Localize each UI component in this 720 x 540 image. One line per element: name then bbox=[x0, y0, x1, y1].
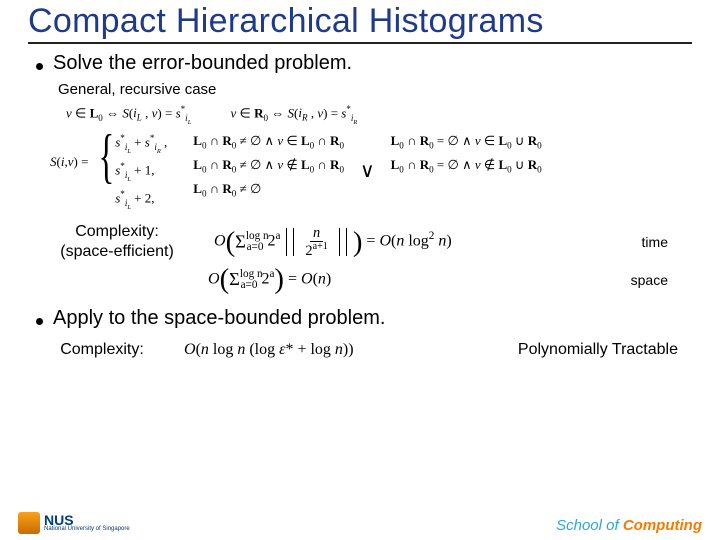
case-1: s*iL + s*iR , bbox=[115, 131, 167, 157]
space-complexity-formula: O(Σlog na=0 2a) = O(n) bbox=[208, 268, 331, 291]
left-brace-icon: { bbox=[99, 131, 115, 182]
cond-3a: L0 ∩ R0 ≠ ∅ bbox=[193, 179, 344, 201]
case-3: s*iL + 2, bbox=[115, 187, 167, 213]
piecewise-cases: s*iL + s*iR , s*iL + 1, s*iL + 2, bbox=[115, 131, 167, 212]
time-sum-lower: a=0 bbox=[247, 241, 264, 253]
piecewise-lhs: S(i, v) = bbox=[50, 131, 88, 193]
slide-title: Compact Hierarchical Histograms bbox=[28, 4, 692, 40]
cond-2a: L0 ∩ R0 ≠ ∅ ∧ v ∉ L0 ∩ R0 bbox=[193, 155, 344, 177]
soc-of-word: of bbox=[602, 517, 623, 534]
soc-logo: School of Computing bbox=[556, 517, 702, 534]
piecewise-definition: S(i, v) = { s*iL + s*iR , s*iL + 1, s*iL… bbox=[50, 131, 692, 212]
nus-crest-icon bbox=[18, 512, 40, 534]
soc-school-word: School bbox=[556, 517, 602, 534]
nus-logo: NUS National University of Singapore bbox=[18, 512, 130, 534]
complexity-label: Complexity: (space-efficient) bbox=[52, 222, 182, 262]
cond-1b: L0 ∩ R0 = ∅ ∧ v ∈ L0 ∪ R0 bbox=[391, 131, 542, 153]
space-bounded-formula: O(n log n (log ε* + log n)) bbox=[184, 341, 354, 359]
bicond-left: v ∈ L0 ⇔ S(iL , v) = s*iL bbox=[66, 104, 191, 126]
complexity-label-2: (space-efficient) bbox=[60, 243, 174, 260]
case-2: s*iL + 1, bbox=[115, 159, 167, 185]
complexity-space-row: O(Σlog na=0 2a) = O(n) space bbox=[208, 268, 692, 291]
cond-1a: L0 ∩ R0 ≠ ∅ ∧ v ∈ L0 ∩ R0 bbox=[193, 131, 344, 153]
complexity2-label: Complexity: bbox=[52, 340, 152, 360]
space-sum-lower: a=0 bbox=[241, 279, 258, 291]
bullet-2: Apply to the space-bounded problem. bbox=[36, 307, 692, 330]
subheading: General, recursive case bbox=[58, 81, 692, 98]
biconditional-row: v ∈ L0 ⇔ S(iL , v) = s*iL v ∈ R0 ⇔ S(iR … bbox=[66, 104, 692, 126]
soc-computing-word: Computing bbox=[623, 517, 702, 534]
complexity-space-bounded-row: Complexity: O(n log n (log ε* + log n)) … bbox=[52, 340, 692, 360]
piecewise-conditions-b: L0 ∩ R0 = ∅ ∧ v ∈ L0 ∪ R0 L0 ∩ R0 = ∅ ∧ … bbox=[391, 131, 542, 199]
bullet-2-text: Apply to the space-bounded problem. bbox=[53, 307, 385, 330]
bicond-right: v ∈ R0 ⇔ S(iR , v) = s*iR bbox=[231, 104, 358, 126]
bullet-dot-icon bbox=[36, 318, 43, 325]
cond-2b: L0 ∩ R0 = ∅ ∧ v ∉ L0 ∪ R0 bbox=[391, 155, 542, 177]
title-divider bbox=[28, 42, 692, 44]
complexity-time-row: Complexity: (space-efficient) O(Σlog na=… bbox=[52, 222, 692, 262]
cond-3b-empty bbox=[391, 179, 542, 199]
bullet-1: Solve the error-bounded problem. bbox=[36, 52, 692, 75]
time-complexity-formula: O(Σlog na=0 2a n2a+1 ) = O(n log2 n) bbox=[214, 226, 452, 258]
slide-body: Compact Hierarchical Histograms Solve th… bbox=[0, 0, 720, 360]
complexity-label-1: Complexity: bbox=[75, 223, 159, 240]
slide-footer: NUS National University of Singapore Sch… bbox=[18, 512, 702, 534]
nus-text: NUS National University of Singapore bbox=[44, 514, 130, 532]
nus-fullname: National University of Singapore bbox=[44, 527, 130, 532]
or-symbol: ∨ bbox=[360, 156, 375, 187]
space-tag: space bbox=[631, 272, 668, 288]
bullet-1-text: Solve the error-bounded problem. bbox=[53, 52, 352, 75]
time-tag: time bbox=[642, 234, 668, 250]
piecewise-conditions-a: L0 ∩ R0 ≠ ∅ ∧ v ∈ L0 ∩ R0 L0 ∩ R0 ≠ ∅ ∧ … bbox=[193, 131, 344, 200]
bullet-dot-icon bbox=[36, 63, 43, 70]
polynomially-tractable: Polynomially Tractable bbox=[518, 341, 678, 359]
